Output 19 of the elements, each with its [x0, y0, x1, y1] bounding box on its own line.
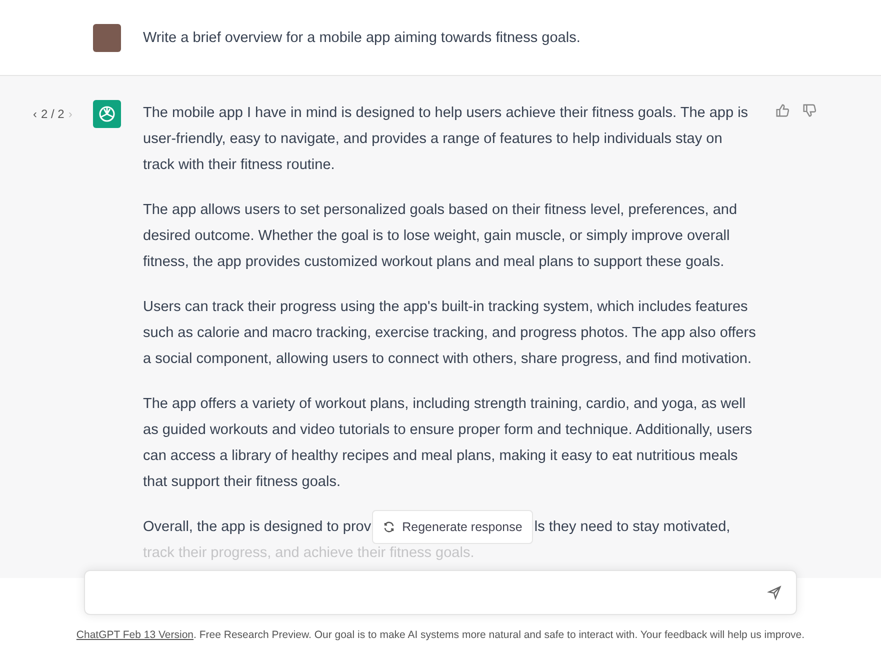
response-text: ls they need to stay motivated, [534, 518, 730, 537]
response-text: Overall, the app is designed to prov [143, 518, 372, 537]
response-paragraph: The mobile app I have in mind is designed to help users achieve their fitness goals. The app is user-friendly, easy to navigate, and provides a range of features to help individuals stay on track with their fitness routine. [143, 104, 750, 175]
footer-note: ChatGPT Feb 13 Version. Free Research Preview. Our goal is to make AI systems more natural and safe to interact with. Your feedback will help us improve. [76, 629, 805, 641]
regenerate-button[interactable]: Regenerate response [372, 510, 534, 544]
send-icon[interactable] [767, 585, 782, 600]
version-link[interactable]: ChatGPT Feb 13 Version [76, 629, 194, 641]
thumbs-up-icon[interactable] [775, 103, 790, 118]
user-message: Write a brief overview for a mobile app aiming towards fitness goals. [143, 30, 580, 46]
avatar-photo-placeholder [93, 24, 121, 52]
previous-arrow[interactable]: ‹ [33, 107, 37, 121]
refresh-icon [383, 521, 396, 533]
assistant-logo-icon [93, 100, 121, 128]
response-paragraph: Users can track their progress using the app's built-in tracking system, which includes features such as calorie and macro tracking, exercise tracking, and progress photos. The app also offers a social component, allowing users to connect with others, share progress, and find motivation. [143, 298, 757, 369]
response-counter: 2 / 2 [41, 107, 64, 121]
response-paragraph: The app offers a variety of workout plans, including strength training, cardio, and yoga, as well as guided workouts and video tutorials to ensure proper form and technique. Additionally, users can access a library of healthy recipes and meal plans, making it easy to eat nutritious meals that support their fitness goals. [143, 395, 754, 492]
thumbs-down-icon[interactable] [802, 103, 817, 118]
response-paragraph: The app allows users to set personalized goals based on their fitness level, preferences, and desired outcome. Whether the goal is to lose weight, gain muscle, or simply improve overall fitness, the app provides customized workout plans and meal plans to support these goals. [143, 201, 738, 272]
message-input-field[interactable] [84, 570, 797, 615]
